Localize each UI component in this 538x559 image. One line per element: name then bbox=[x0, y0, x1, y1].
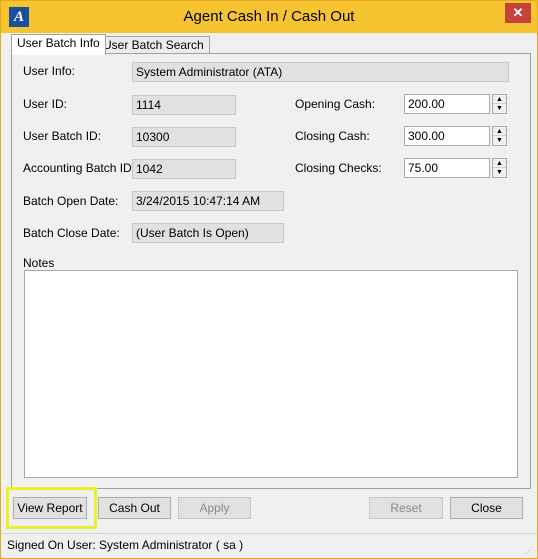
spin-up-icon[interactable]: ▲ bbox=[493, 159, 506, 168]
user-id-field: 1114 bbox=[132, 95, 236, 115]
user-id-label: User ID: bbox=[23, 97, 68, 111]
status-bar: Signed On User: System Administrator ( s… bbox=[1, 533, 537, 558]
accounting-batch-id-field: 1042 bbox=[132, 159, 236, 179]
spin-down-icon[interactable]: ▼ bbox=[493, 168, 506, 177]
agent-cash-window: A Agent Cash In / Cash Out ✕ User Batch … bbox=[0, 0, 538, 559]
window-title: Agent Cash In / Cash Out bbox=[183, 8, 355, 25]
closing-checks-label: Closing Checks: bbox=[295, 161, 382, 175]
closing-checks-input[interactable]: 75.00 bbox=[404, 158, 490, 178]
opening-cash-spinner[interactable]: ▲ ▼ bbox=[492, 94, 507, 114]
apply-button[interactable]: Apply bbox=[178, 497, 251, 519]
close-button[interactable]: Close bbox=[450, 497, 523, 519]
batch-open-date-label: Batch Open Date: bbox=[23, 194, 119, 208]
user-info-label: User Info: bbox=[23, 64, 76, 78]
closing-cash-spinner[interactable]: ▲ ▼ bbox=[492, 126, 507, 146]
tab-user-batch-search[interactable]: User Batch Search bbox=[97, 36, 210, 54]
notes-label: Notes bbox=[23, 256, 55, 270]
spin-up-icon[interactable]: ▲ bbox=[493, 127, 506, 136]
closing-checks-spinner[interactable]: ▲ ▼ bbox=[492, 158, 507, 178]
batch-open-date-field: 3/24/2015 10:47:14 AM bbox=[132, 191, 284, 211]
spin-down-icon[interactable]: ▼ bbox=[493, 104, 506, 113]
batch-close-date-label: Batch Close Date: bbox=[23, 226, 120, 240]
tab-user-batch-info[interactable]: User Batch Info bbox=[11, 34, 106, 55]
closing-cash-input[interactable]: 300.00 bbox=[404, 126, 490, 146]
window-close-button[interactable]: ✕ bbox=[505, 3, 531, 23]
closing-cash-label: Closing Cash: bbox=[295, 129, 370, 143]
user-info-field: System Administrator (ATA) bbox=[132, 62, 509, 82]
view-report-button[interactable]: View Report bbox=[13, 497, 87, 519]
opening-cash-input[interactable]: 200.00 bbox=[404, 94, 490, 114]
accounting-batch-id-label: Accounting Batch ID: bbox=[23, 161, 136, 175]
spin-down-icon[interactable]: ▼ bbox=[493, 136, 506, 145]
user-batch-id-field: 10300 bbox=[132, 127, 236, 147]
resize-grip-icon[interactable]: ⋰ bbox=[525, 546, 535, 556]
spin-up-icon[interactable]: ▲ bbox=[493, 95, 506, 104]
cash-out-button[interactable]: Cash Out bbox=[98, 497, 171, 519]
opening-cash-label: Opening Cash: bbox=[295, 97, 376, 111]
user-batch-id-label: User Batch ID: bbox=[23, 129, 102, 143]
notes-textarea[interactable] bbox=[24, 270, 518, 478]
user-batch-info-panel: User Info: System Administrator (ATA) Us… bbox=[11, 53, 531, 489]
batch-close-date-field: (User Batch Is Open) bbox=[132, 223, 284, 243]
title-bar[interactable]: A Agent Cash In / Cash Out ✕ bbox=[1, 1, 537, 33]
reset-button[interactable]: Reset bbox=[369, 497, 443, 519]
signed-on-user-status: Signed On User: System Administrator ( s… bbox=[7, 538, 244, 552]
